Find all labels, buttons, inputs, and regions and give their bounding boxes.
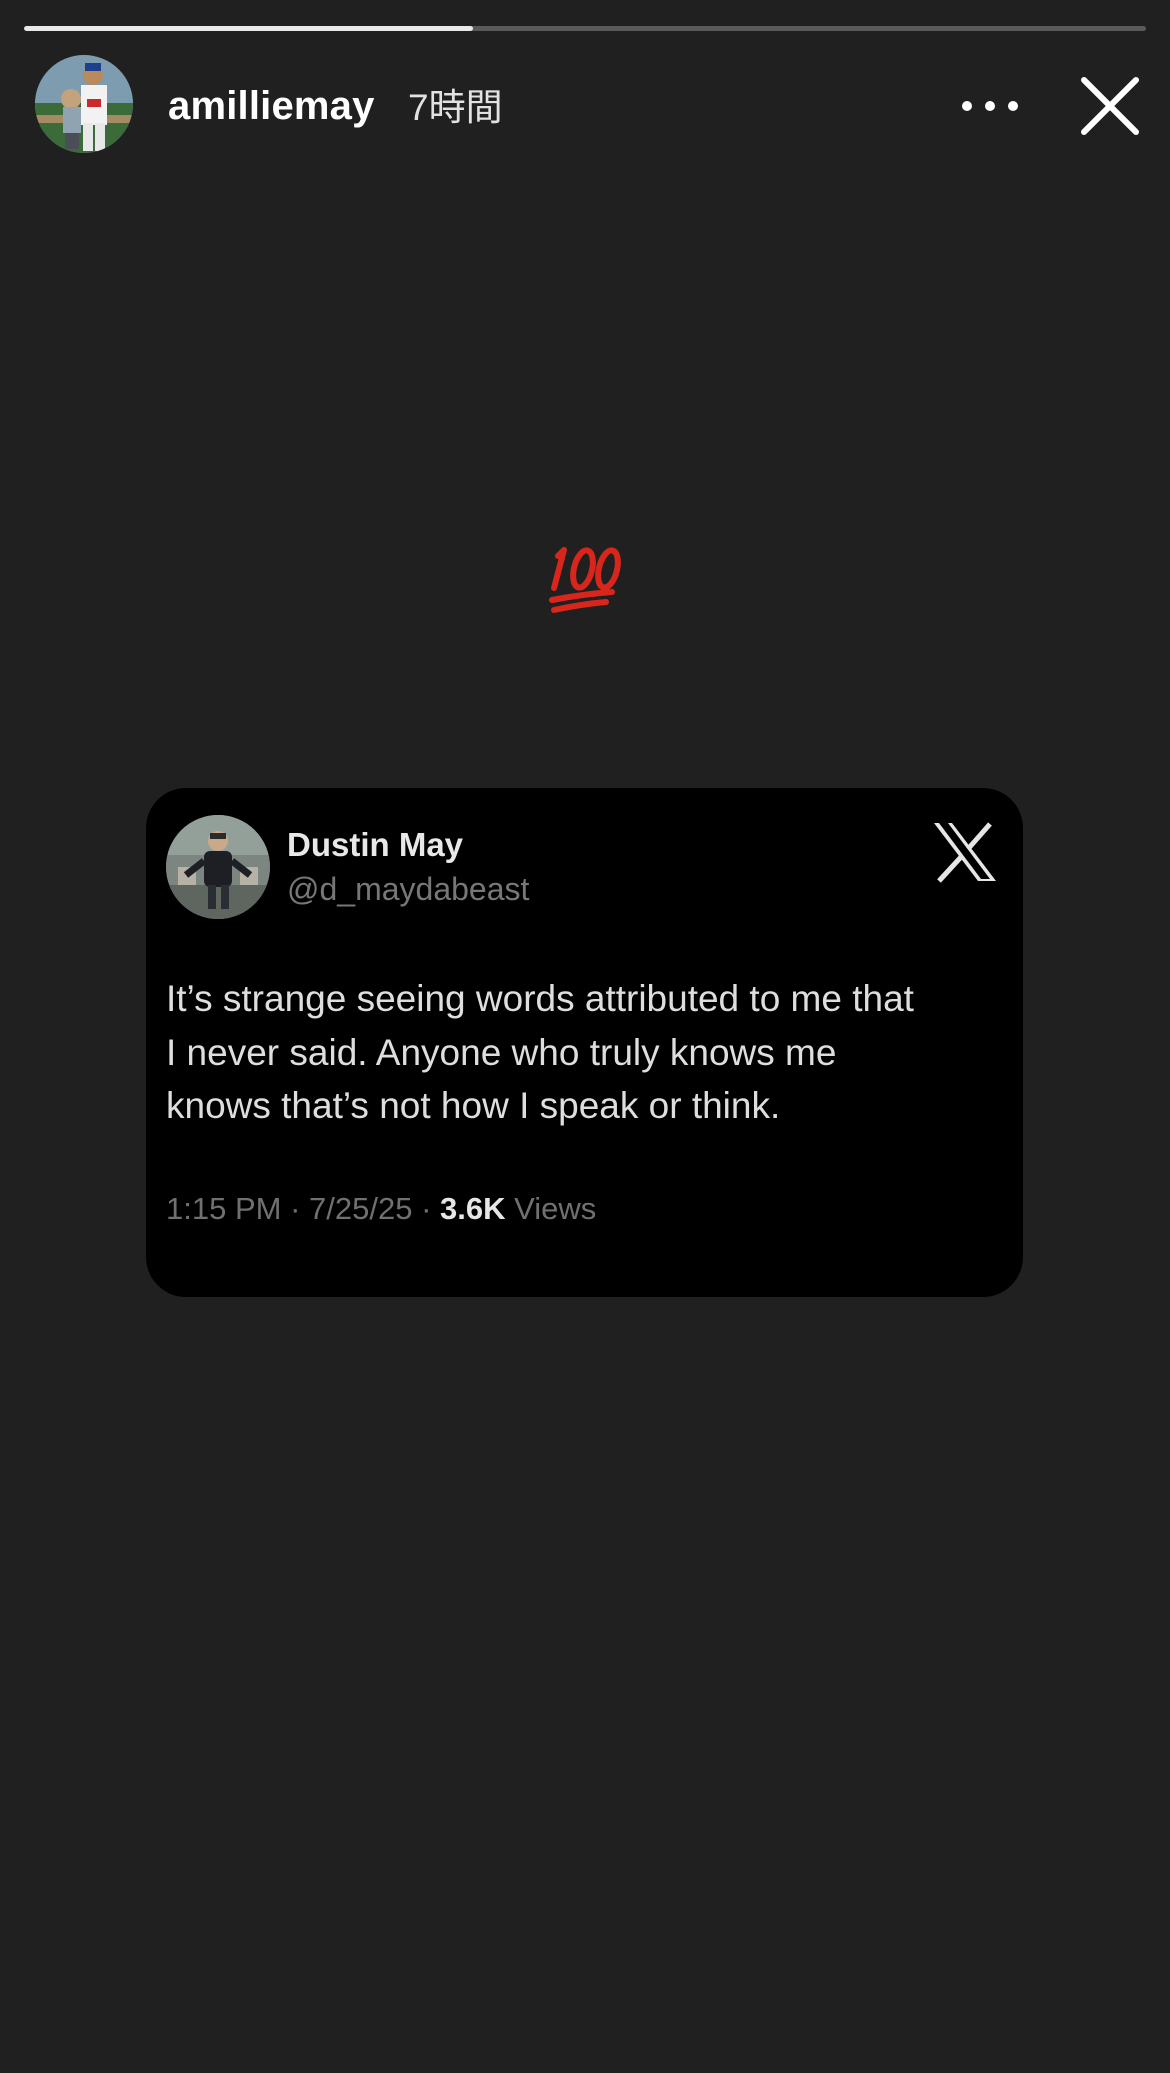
tweet-author-avatar[interactable] (166, 815, 270, 919)
tweet-text-line: It’s strange seeing words attributed to … (166, 978, 914, 1019)
close-icon (1081, 77, 1139, 135)
meta-separator: · (290, 1191, 301, 1226)
story-progress-fill (24, 26, 473, 31)
tweet-card[interactable]: Dustin May @d_maydabeast It’s strange se… (146, 788, 1023, 1297)
tweet-date: 7/25/25 (309, 1191, 413, 1226)
tweet-author-handle[interactable]: @d_maydabeast (287, 869, 529, 909)
close-button[interactable] (1076, 72, 1144, 140)
x-logo-icon (932, 821, 998, 883)
tweet-meta: 1:15 PM · 7/25/25 · 3.6K Views (166, 1190, 596, 1228)
meta-separator: · (421, 1191, 432, 1226)
more-options-button[interactable] (958, 80, 1022, 132)
story-progress-bar (24, 26, 1146, 31)
tweet-text-line: I never said. Anyone who truly knows me (166, 1031, 837, 1073)
hundred-points-emoji-icon (546, 536, 626, 616)
tweet-views-count: 3.6K (440, 1191, 506, 1226)
tweet-time: 1:15 PM (166, 1191, 282, 1226)
story-username[interactable]: amilliemay (168, 83, 375, 129)
story-header: amilliemay 7時間 (0, 52, 1170, 164)
tweet-author-name[interactable]: Dustin May (287, 825, 463, 865)
tweet-text-line: knows that’s not how I speak or think. (166, 1085, 781, 1126)
tweet-text: It’s strange seeing words attributed to … (166, 972, 1006, 1133)
more-horizontal-icon (962, 101, 1018, 111)
story-time-ago: 7時間 (408, 87, 503, 128)
avatar[interactable] (35, 55, 133, 153)
tweet-views-label: Views (514, 1191, 597, 1226)
